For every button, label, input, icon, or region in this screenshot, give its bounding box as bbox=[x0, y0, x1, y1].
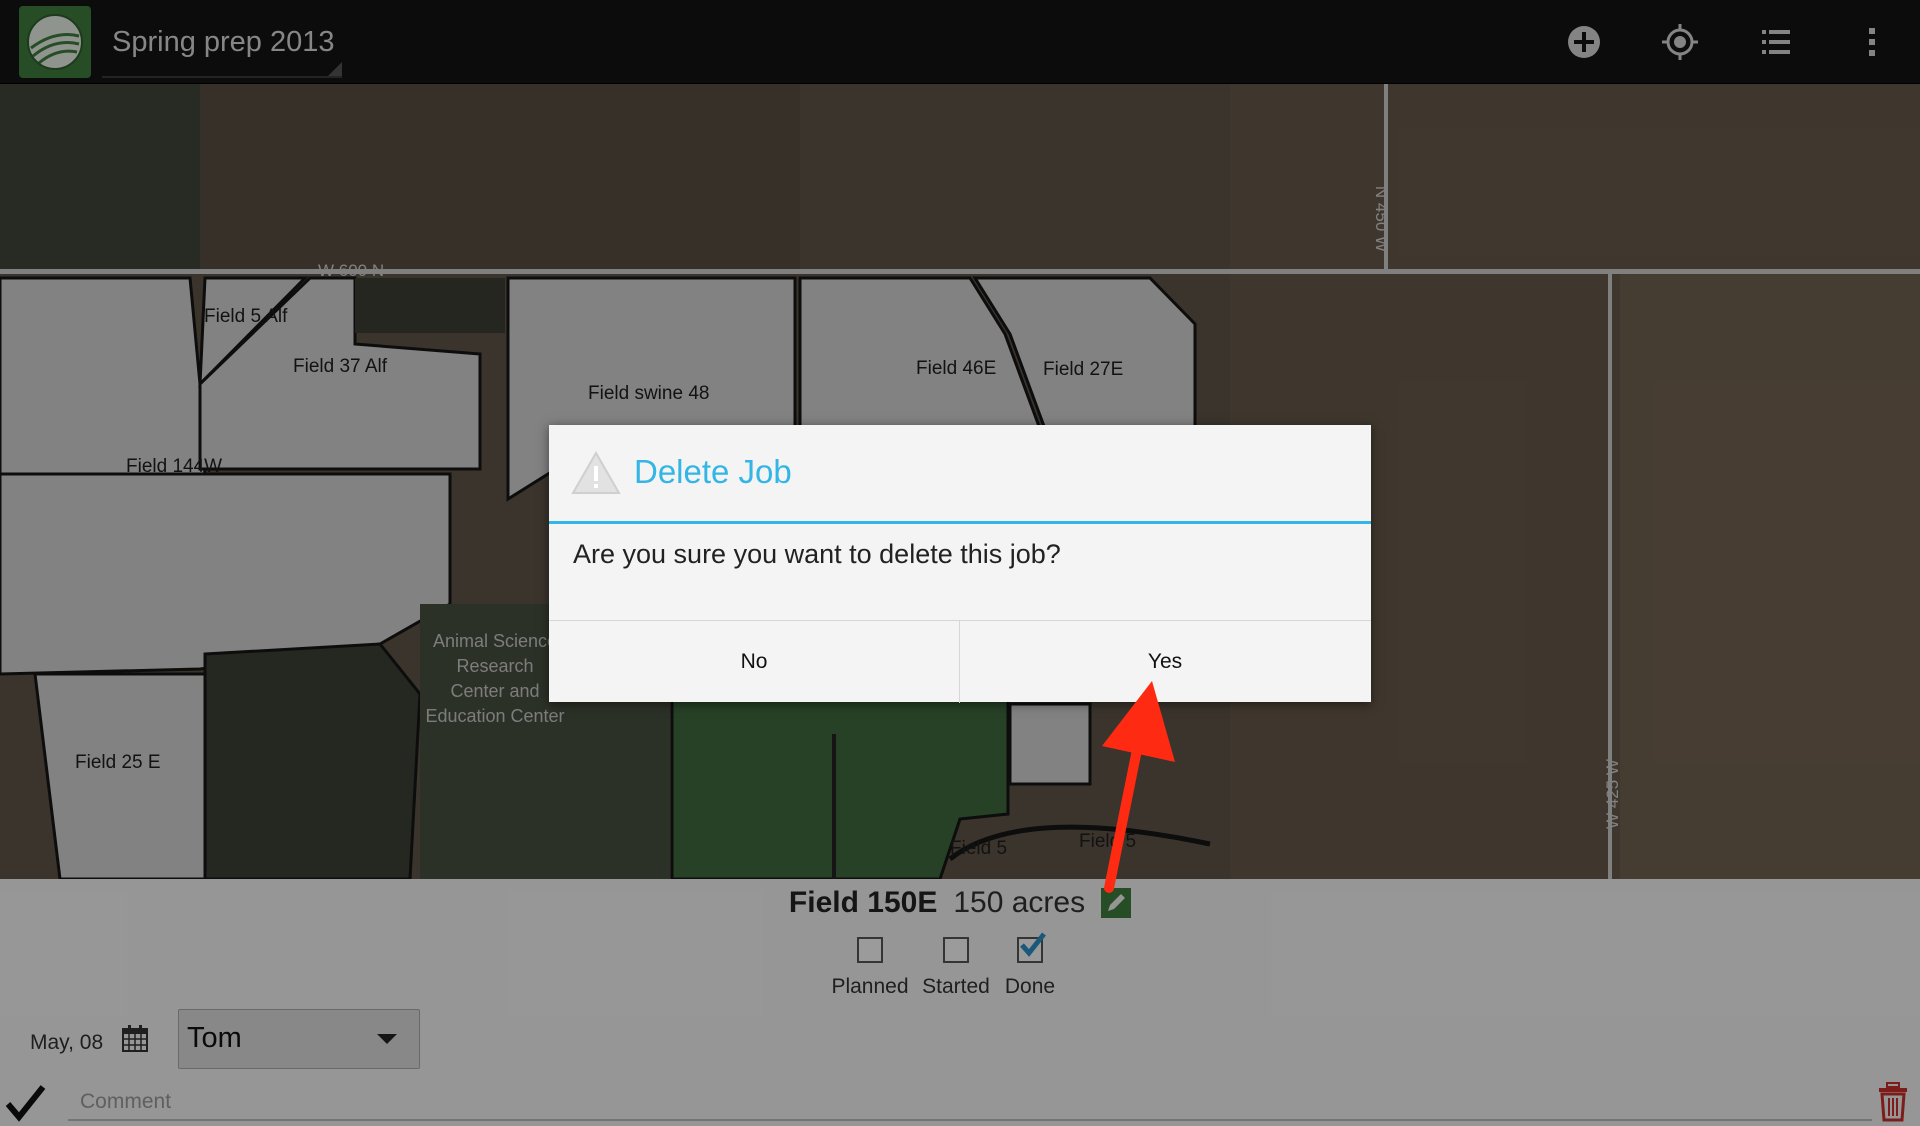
dialog-message: Are you sure you want to delete this job… bbox=[573, 539, 1061, 569]
warning-icon bbox=[571, 451, 621, 494]
yes-button[interactable]: Yes bbox=[960, 621, 1370, 703]
delete-job-dialog: Delete Job Are you sure you want to dele… bbox=[549, 425, 1371, 703]
dialog-button-bar: No Yes bbox=[549, 620, 1371, 703]
dialog-title: Delete Job bbox=[634, 453, 792, 490]
no-button[interactable]: No bbox=[549, 621, 959, 703]
dialog-header: Delete Job bbox=[549, 425, 1371, 524]
